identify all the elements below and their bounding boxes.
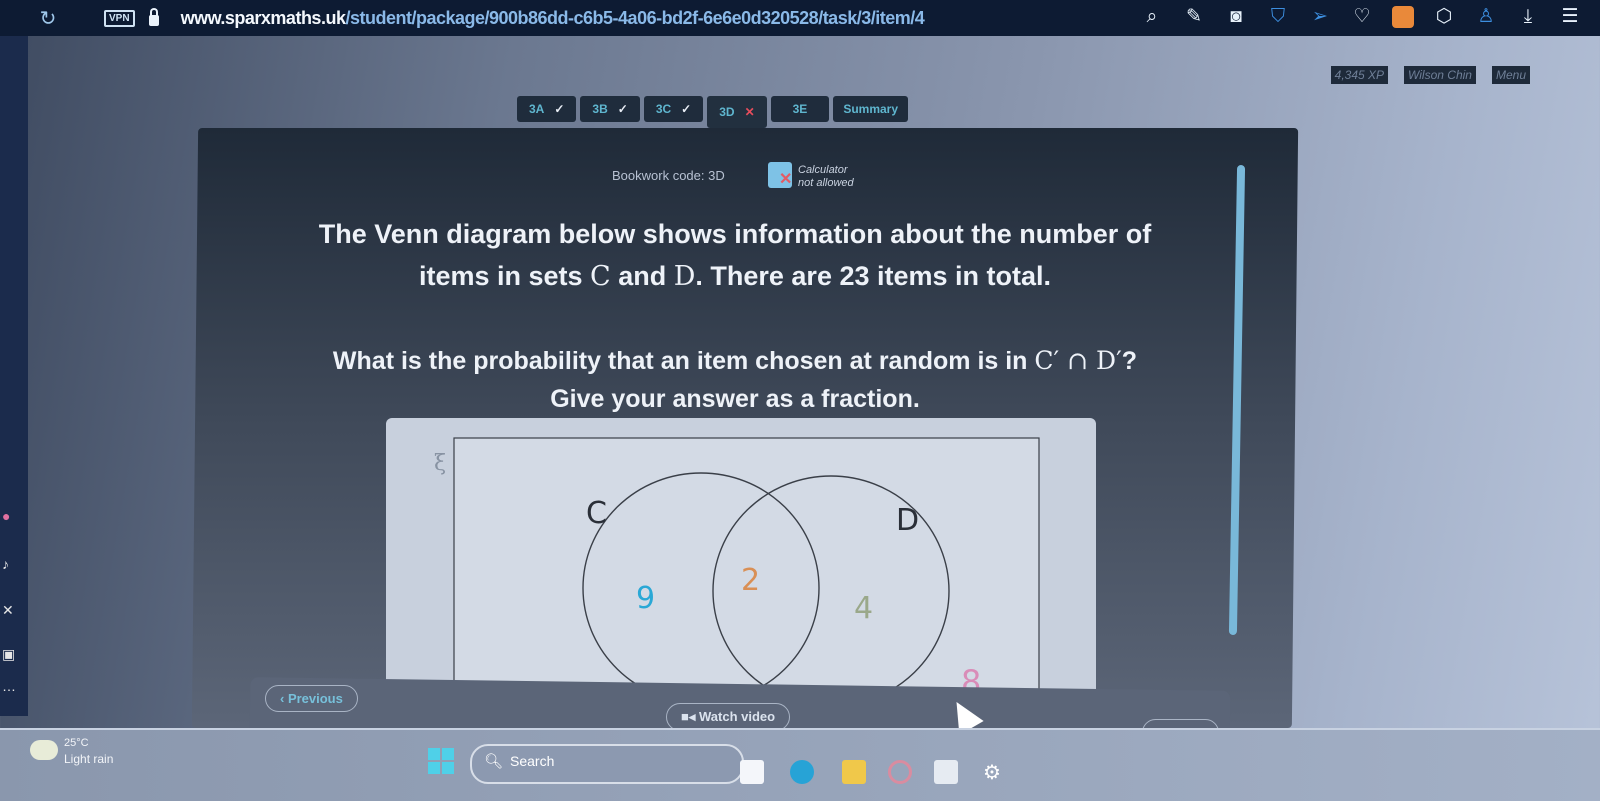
download-icon[interactable]: ⤓: [1516, 4, 1540, 30]
question-prompt: What is the probability that an item cho…: [230, 342, 1240, 418]
zoom-search-icon[interactable]: ⌕: [1140, 4, 1164, 30]
text: and: [610, 261, 674, 291]
shield-icon[interactable]: ⛉: [1266, 4, 1290, 30]
watch-video-button[interactable]: ■◂ Watch video: [666, 703, 791, 731]
tab-label: 3A: [529, 102, 545, 116]
windows-start-icon[interactable]: [428, 748, 454, 774]
tab-summary[interactable]: Summary: [833, 96, 909, 122]
tiktok-icon[interactable]: ♪: [2, 556, 9, 572]
tab-3b[interactable]: 3B ✓: [580, 96, 640, 122]
question-line-2: items in sets C and D. There are 23 item…: [230, 255, 1240, 298]
calculator-status-label: not allowed: [798, 177, 854, 189]
settings-icon[interactable]: ⚙: [980, 760, 1004, 784]
question-text: The Venn diagram below shows information…: [230, 213, 1240, 298]
send-icon[interactable]: ➢: [1308, 4, 1332, 30]
browser-toolbar: ↻ VPN www.sparxmaths.uk/student/package/…: [0, 0, 1600, 36]
menu-button[interactable]: Menu: [1491, 66, 1530, 84]
label-d: D: [896, 503, 919, 538]
weather-temperature[interactable]: 25°C: [64, 737, 89, 749]
edit-icon[interactable]: ✎: [1182, 4, 1206, 30]
camera-icon[interactable]: ◙: [1224, 4, 1248, 30]
xp-badge: 4,345 XP: [1330, 66, 1389, 84]
address-bar[interactable]: www.sparxmaths.uk/student/package/900b86…: [181, 8, 925, 29]
text: . There are 23 items in total.: [695, 261, 1052, 291]
instruction: Give your answer as a fraction.: [550, 385, 920, 413]
x-icon[interactable]: ✕: [2, 602, 14, 619]
set-expression: C′ ∩ D′: [1034, 346, 1122, 375]
value-only-c: 9: [636, 581, 655, 616]
value-only-d: 4: [854, 591, 873, 626]
venn-diagram: ξ C D 9 2 4 8: [434, 437, 1040, 703]
sliders-icon[interactable]: ☰: [1558, 4, 1582, 30]
tab-label: 3D: [719, 105, 735, 119]
calculator-status: Calculator not allowed: [798, 164, 854, 190]
tab-label: 3B: [592, 102, 608, 116]
cross-icon: ✕: [744, 105, 755, 119]
app-icon[interactable]: ●: [2, 508, 10, 524]
check-icon: ✓: [554, 102, 565, 116]
edge-icon[interactable]: [790, 760, 814, 784]
tab-3e[interactable]: 3E: [770, 96, 830, 122]
search-label: Search: [510, 753, 555, 769]
calculator-not-allowed-icon: [768, 162, 792, 189]
opera-icon[interactable]: [888, 760, 912, 784]
check-icon: ✓: [617, 102, 628, 116]
weather-icon[interactable]: [30, 740, 58, 760]
reload-icon[interactable]: ↻: [36, 6, 60, 31]
previous-button[interactable]: ‹ Previous: [265, 685, 358, 712]
url-host: www.sparxmaths.uk: [180, 7, 346, 28]
calculator-label: Calculator: [798, 164, 848, 176]
search-icon: 🔍︎: [484, 753, 504, 770]
task-tabs: 3A ✓ 3B ✓ 3C ✓ 3D ✕ 3E Summary: [517, 96, 909, 128]
bookwork-code: Bookwork code: 3D: [612, 168, 725, 183]
text: items in sets: [418, 261, 591, 291]
file-explorer-icon[interactable]: [842, 760, 866, 784]
tab-label: 3E: [792, 102, 808, 116]
prompt-line: What is the probability that an item cho…: [230, 342, 1240, 380]
universal-symbol: ξ: [434, 451, 446, 476]
fox-extension-icon[interactable]: [1392, 6, 1414, 28]
user-strip: 4,345 XP Wilson Chin Menu: [1330, 66, 1530, 84]
question-line-1: The Venn diagram below shows information…: [318, 219, 1152, 249]
extension-toolbar: ⌕ ✎ ◙ ⛉ ➢ ♡ ⬡ ♙ ⤓ ☰: [1140, 4, 1582, 30]
set-d: D: [673, 261, 696, 292]
tab-3d[interactable]: 3D ✕: [707, 96, 767, 128]
browser-sidebar: ● ♪ ✕ ▣ …: [0, 36, 28, 716]
vpn-badge[interactable]: VPN: [104, 9, 135, 27]
task-view-icon[interactable]: [740, 760, 764, 784]
check-icon: ✓: [681, 102, 692, 116]
value-both: 2: [741, 563, 760, 598]
user-name[interactable]: Wilson Chin: [1404, 66, 1476, 84]
set-c: C: [590, 261, 611, 292]
text: ?: [1121, 347, 1138, 375]
app-icon[interactable]: [934, 760, 958, 784]
url-path: /student/package/900b86dd-c6b5-4a06-bd2f…: [345, 7, 925, 28]
label-c: C: [586, 496, 607, 531]
app-icon[interactable]: ▣: [2, 646, 15, 663]
tab-label: 3C: [655, 102, 672, 116]
tab-3c[interactable]: 3C ✓: [643, 96, 704, 122]
tab-label: Summary: [843, 102, 899, 116]
tab-3a[interactable]: 3A ✓: [517, 96, 577, 122]
more-icon[interactable]: …: [2, 678, 16, 694]
user-icon[interactable]: ♙: [1474, 4, 1498, 30]
text: What is the probability that an item cho…: [332, 347, 1035, 375]
cube-icon[interactable]: ⬡: [1432, 4, 1456, 30]
heart-icon[interactable]: ♡: [1350, 4, 1374, 30]
lock-icon[interactable]: [148, 7, 159, 26]
weather-description[interactable]: Light rain: [64, 752, 113, 766]
